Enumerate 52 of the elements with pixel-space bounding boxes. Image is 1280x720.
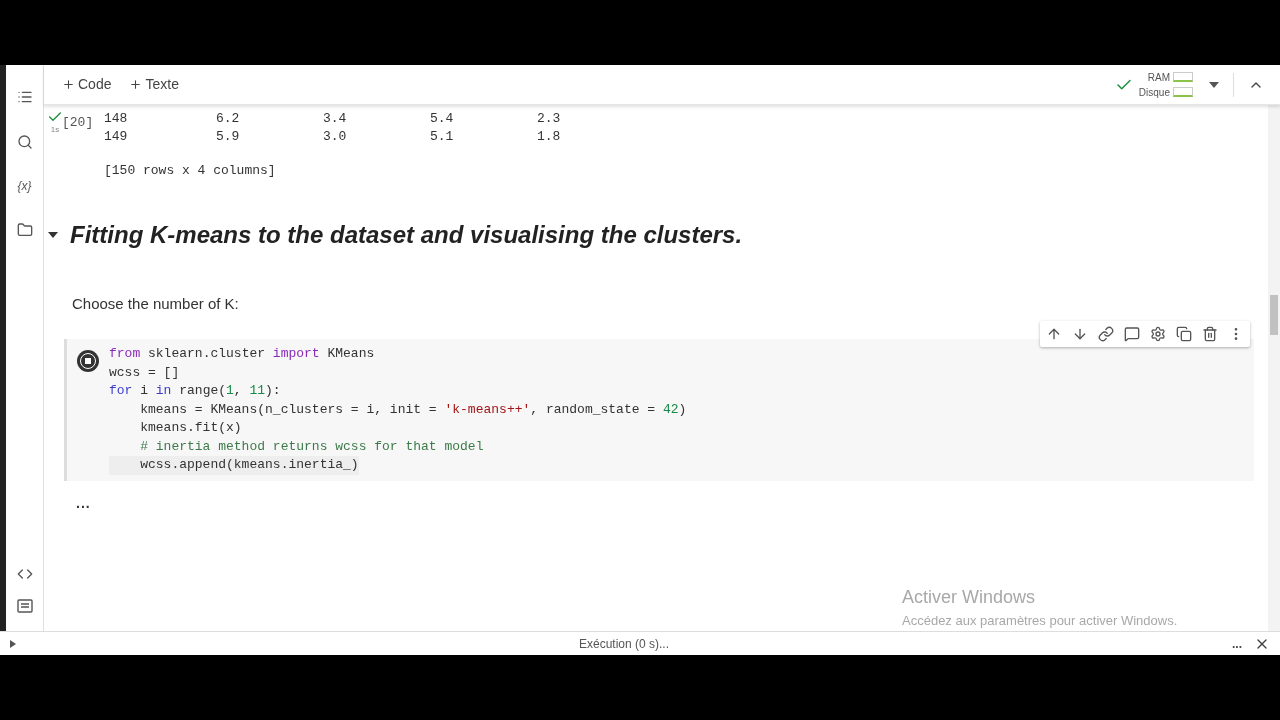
- terminal-panel-icon[interactable]: [16, 599, 33, 613]
- code-line: # inertia method returns wcss for that model: [139, 437, 484, 456]
- cell-output: ...: [76, 493, 91, 513]
- resource-meter: [1173, 87, 1193, 97]
- section-heading: Fitting K-means to the dataset and visualising the clusters.: [70, 219, 743, 250]
- table-cell-text: 148: [104, 110, 129, 127]
- activation-message: Accédez aux paramètres pour activer Windows.: [902, 611, 1179, 630]
- dropdown-caret-icon[interactable]: [1209, 81, 1219, 88]
- stop-button[interactable]: [76, 349, 100, 373]
- table-cell-text: 3.0: [323, 128, 348, 145]
- variables-button[interactable]: {x}: [17, 177, 32, 195]
- table-of-contents-icon[interactable]: [16, 89, 33, 105]
- execution-time: 1s: [50, 125, 60, 135]
- code-line: kmeans = KMeans(n_clusters = i, init = 'k-means++', random_state = 42): [139, 400, 687, 419]
- more-button[interactable]: ...: [1232, 634, 1242, 653]
- expand-arrow-icon[interactable]: [10, 639, 16, 648]
- table-cell-text: 2.3: [537, 110, 562, 127]
- delete-icon[interactable]: [1202, 326, 1218, 342]
- table-cell-text: 1.8: [537, 128, 562, 145]
- move-down-icon[interactable]: [1072, 326, 1088, 342]
- resource-label: RAM: [1147, 70, 1170, 85]
- code-line: from sklearn.cluster import KMeans: [109, 345, 375, 363]
- plus-icon: [129, 78, 143, 91]
- code-icon[interactable]: [16, 566, 33, 582]
- move-up-icon[interactable]: [1046, 326, 1062, 342]
- resource-meter: [1173, 72, 1193, 82]
- code-line: wcss = []: [109, 363, 180, 382]
- table-cell-text: 5.9: [216, 128, 241, 145]
- code-line: for i in range(1, 11):: [109, 382, 281, 400]
- code-line: kmeans.fit(x): [139, 419, 242, 437]
- resource-label: Disque: [1138, 85, 1170, 100]
- table-cell-text: 5.4: [430, 110, 455, 127]
- status-text: Exécution (0 s)...: [578, 635, 669, 653]
- search-icon[interactable]: [16, 134, 33, 150]
- comment-icon[interactable]: [1124, 326, 1140, 342]
- output-summary: [150 rows x 4 columns]: [104, 162, 277, 180]
- table-cell-text: 149: [104, 128, 129, 145]
- link-icon[interactable]: [1098, 326, 1114, 342]
- add-cell-button[interactable]: Texte: [127, 74, 181, 95]
- scrollbar-thumb[interactable]: [1270, 295, 1278, 335]
- markdown-text: Choose the number of K:: [72, 293, 240, 314]
- table-cell-text: 6.2: [216, 110, 241, 127]
- add-cell-button[interactable]: Code: [60, 74, 114, 95]
- table-cell-text: 5.1: [430, 128, 455, 145]
- copy-icon[interactable]: [1176, 326, 1192, 342]
- folder-icon[interactable]: [16, 222, 33, 238]
- activation-title: Activer Windows: [902, 585, 1037, 609]
- expanded-caret-icon[interactable]: [48, 229, 58, 240]
- table-cell-text: 3.4: [323, 110, 348, 127]
- execution-count: [20]: [62, 114, 94, 132]
- settings-icon[interactable]: [1150, 326, 1166, 342]
- plus-icon: [62, 78, 75, 91]
